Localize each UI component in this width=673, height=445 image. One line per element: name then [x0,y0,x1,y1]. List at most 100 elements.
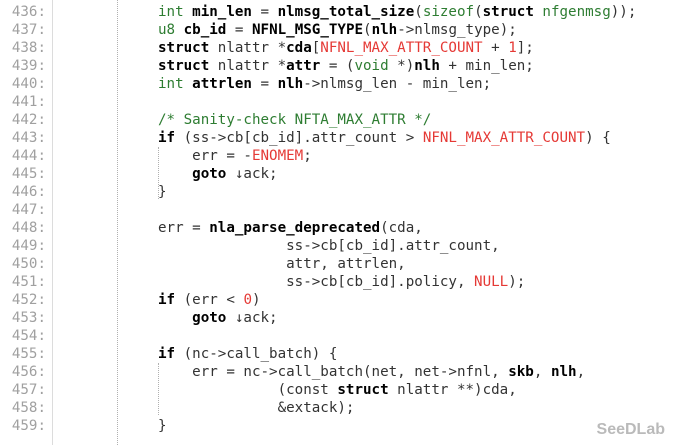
code-line: 452: if (err < 0) [0,291,673,309]
code-token: [ [311,40,321,56]
line-number: 458: [11,400,46,416]
code-line: 442: /* Sanity-check NFTA_MAX_ATTR */ [0,111,673,129]
code-token: (ss->cb[cb_id].attr_count > [175,130,423,146]
line-number: 446: [11,184,46,200]
code-text: goto ↓ack; [158,309,277,327]
code-text: ss->cb[cb_id].attr_count, [158,237,500,255]
code-line: 459:} [0,417,673,435]
code-token: ]; [516,40,534,56]
code-token: cda [286,40,312,56]
code-token: skb [508,364,534,380]
indent-guide [117,0,118,445]
code-token: attrlen [192,76,252,92]
code-token: nfgenmsg [542,4,611,20]
code-text: struct nlattr *attr = (void *)nlh + min_… [158,57,534,75]
line-number: 444: [11,148,46,164]
code-token: )); [610,4,637,20]
line-number: 457: [11,382,46,398]
code-line: 443: if (ss->cb[cb_id].attr_count > NFNL_… [0,129,673,147]
code-token: (err < [175,292,244,308]
line-number: 442: [11,112,46,128]
code-text: (const struct nlattr **)cda, [158,381,517,399]
code-token: NFNL_MAX_ATTR_COUNT [320,40,483,56]
code-text: err = nc->call_batch(net, net->nfnl, skb… [158,363,585,381]
code-text: int min_len = nlmsg_total_size(sizeof(st… [158,3,636,21]
code-text: struct nlattr *cda[NFNL_MAX_ATTR_COUNT +… [158,39,534,57]
code-token: nlattr **)cda, [388,382,517,398]
code-token: NFNL_MSG_TYPE [251,22,364,38]
code-token: ( [474,4,483,20]
code-line: 457: (const struct nlattr **)cda, [0,381,673,399]
code-text: &extack); [158,399,355,417]
code-token: if [158,346,176,362]
code-text: goto ↓ack; [158,165,278,183]
code-token: nlh [414,58,440,74]
code-token: nlh [550,364,577,380]
code-text: err = -ENOMEM; [158,147,312,165]
code-line: 450: attr, attrlen, [0,255,673,273]
code-line: 438: struct nlattr *cda[NFNL_MAX_ATTR_COU… [0,39,673,57]
code-token: = [251,76,278,92]
code-token: goto [192,310,227,326]
line-number: 452: [11,292,46,308]
code-token: ( [363,22,372,38]
code-token: err = [158,220,210,236]
code-token: (nc->call_batch) { [175,346,338,362]
code-token: ss->cb[cb_id].policy, [158,274,475,290]
code-token: (cda, [380,220,423,236]
code-text: } [158,417,167,435]
code-line: 445: goto ↓ack; [0,165,673,183]
code-token: } [158,418,167,434]
line-number: 441: [11,94,46,110]
code-token: sizeof [422,4,475,20]
code-token: struct [337,382,389,398]
line-number: 450: [11,256,46,272]
code-token: int [158,4,184,20]
line-number: 449: [11,238,46,254]
watermark: SeeDLab [596,421,665,438]
code-token: nlh [371,22,398,38]
code-token: NULL [474,274,509,290]
code-token: = [226,22,252,38]
code-text: if (ss->cb[cb_id].attr_count > NFNL_MAX_… [158,129,611,147]
line-number: 447: [11,202,46,218]
code-token: = ( [320,58,355,74]
code-token: if [158,130,176,146]
code-token: ( [414,4,423,20]
code-token: attr, attrlen, [158,256,406,272]
code-text: ss->cb[cb_id].policy, NULL); [158,273,525,291]
line-number: 456: [11,364,46,380]
code-line: 447: [0,201,673,219]
line-number: 453: [11,310,46,326]
line-number: 459: [11,418,46,434]
line-number: 438: [11,40,46,56]
code-line: 454: [0,327,673,345]
code-text: } [158,183,167,201]
code-token: void [354,58,389,74]
code-token: int [158,76,184,92]
line-number: 454: [11,328,46,344]
code-token: ) { [585,130,611,146]
code-token: struct [158,58,210,74]
code-token: if [158,292,176,308]
code-text: if (err < 0) [158,291,261,309]
code-token: ->nlmsg_type); [397,22,517,38]
code-line: 440: int attrlen = nlh->nlmsg_len - min_l… [0,75,673,93]
indent-guide [158,147,159,199]
code-token: 1 [508,40,517,56]
code-token: ); [508,274,526,290]
code-line: 436: int min_len = nlmsg_total_size(sizeo… [0,3,673,21]
code-token: err = nc->call_batch(net, net->nfnl, [158,364,509,380]
code-token: ↓ack; [226,166,278,182]
code-line: 437: u8 cb_id = NFNL_MSG_TYPE(nlh->nlmsg_… [0,21,673,39]
code-token: + [482,40,509,56]
line-number: 451: [11,274,46,290]
code-text: /* Sanity-check NFTA_MAX_ATTR */ [158,111,431,129]
code-line: 453: goto ↓ack; [0,309,673,327]
line-number: 455: [11,346,46,362]
code-text: err = nla_parse_deprecated(cda, [158,219,423,237]
